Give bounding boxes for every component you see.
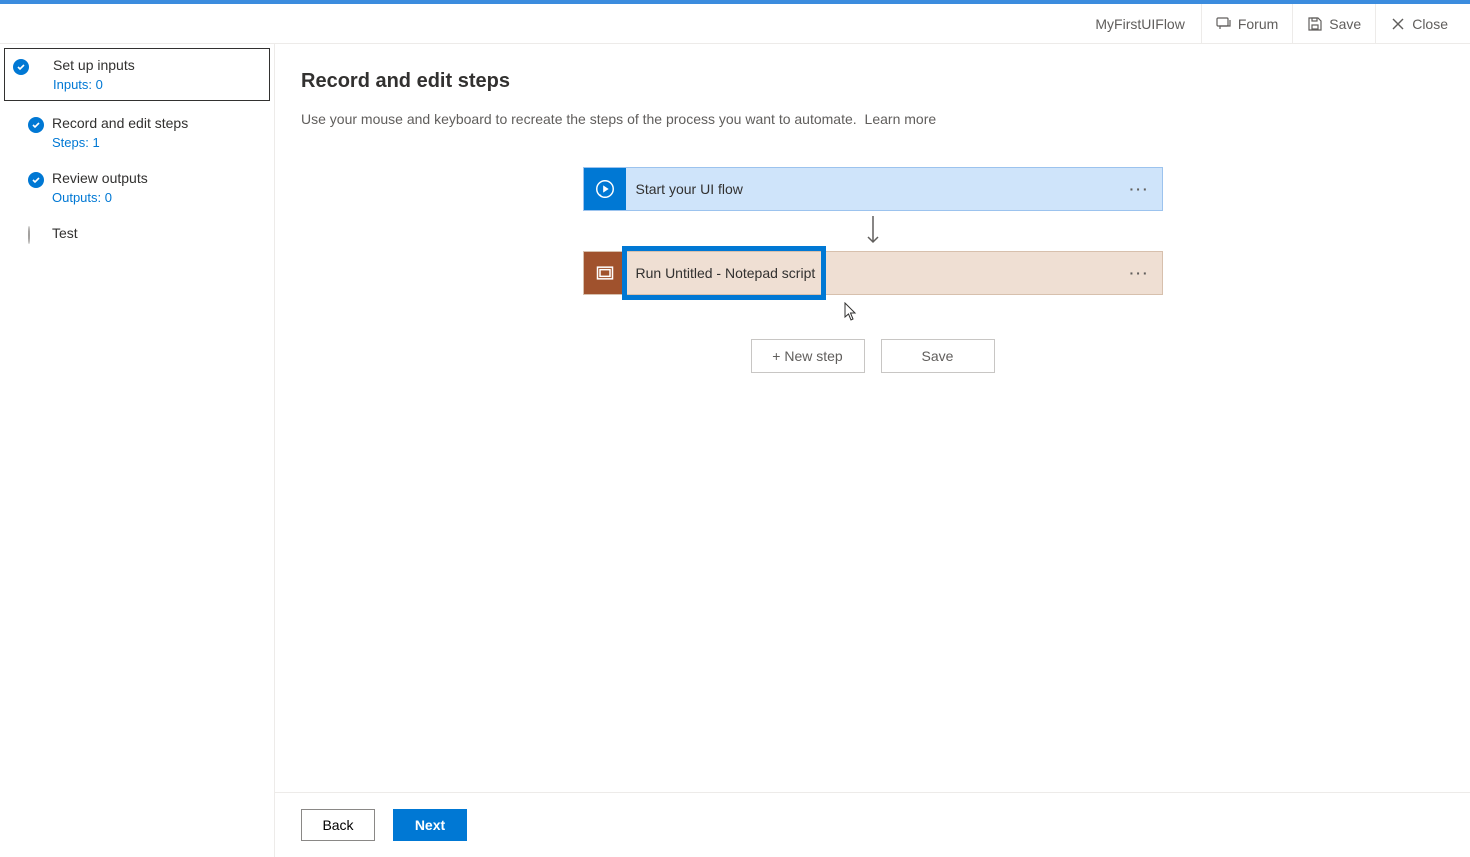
nav-step-test[interactable]: Test xyxy=(0,215,274,251)
empty-circle-icon xyxy=(28,226,30,244)
forum-label: Forum xyxy=(1238,16,1278,32)
start-card-menu[interactable]: ··· xyxy=(1118,181,1162,197)
ellipsis-icon: ··· xyxy=(1130,181,1150,197)
close-label: Close xyxy=(1412,16,1448,32)
run-script-card[interactable]: Run Untitled - Notepad script ··· xyxy=(583,251,1163,295)
connector-arrow xyxy=(863,211,883,251)
flow-name: MyFirstUIFlow xyxy=(1079,4,1201,43)
nav-step-label: Review outputs xyxy=(52,170,260,186)
check-icon xyxy=(13,59,29,75)
close-icon xyxy=(1390,16,1406,32)
learn-more-link[interactable]: Learn more xyxy=(865,111,937,127)
save-label-header: Save xyxy=(1329,16,1361,32)
next-button[interactable]: Next xyxy=(393,809,467,841)
page-description: Use your mouse and keyboard to recreate … xyxy=(301,111,1444,127)
close-button[interactable]: Close xyxy=(1376,4,1462,43)
flow-canvas: Start your UI flow ··· xyxy=(301,167,1444,373)
play-icon xyxy=(584,168,626,210)
run-card-menu[interactable]: ··· xyxy=(1118,265,1162,281)
ellipsis-icon: ··· xyxy=(1130,265,1150,281)
check-icon xyxy=(28,117,44,133)
nav-step-sub: Inputs: 0 xyxy=(53,77,259,92)
nav-step-sub: Steps: 1 xyxy=(52,135,260,150)
page-title: Record and edit steps xyxy=(301,70,1444,93)
footer: Back Next xyxy=(275,792,1470,857)
start-card[interactable]: Start your UI flow ··· xyxy=(583,167,1163,211)
nav-step-label: Test xyxy=(52,225,260,241)
save-icon xyxy=(1307,16,1323,32)
new-step-button[interactable]: + New step xyxy=(751,339,865,373)
nav-step-label: Set up inputs xyxy=(53,57,259,73)
nav-step-sub: Outputs: 0 xyxy=(52,190,260,205)
save-button-header[interactable]: Save xyxy=(1293,4,1376,43)
back-button[interactable]: Back xyxy=(301,809,375,841)
page-description-text: Use your mouse and keyboard to recreate … xyxy=(301,111,857,127)
nav-step-review[interactable]: Review outputs Outputs: 0 xyxy=(0,160,274,215)
forum-button[interactable]: Forum xyxy=(1202,4,1293,43)
sidebar: Set up inputs Inputs: 0 Record and edit … xyxy=(0,44,275,857)
run-card-title: Run Untitled - Notepad script xyxy=(626,265,1118,281)
check-icon xyxy=(28,172,44,188)
nav-step-setup-inputs[interactable]: Set up inputs Inputs: 0 xyxy=(4,48,270,101)
window-icon xyxy=(584,252,626,294)
nav-step-record[interactable]: Record and edit steps Steps: 1 xyxy=(0,105,274,160)
save-button[interactable]: Save xyxy=(881,339,995,373)
cursor-icon xyxy=(844,302,858,322)
start-card-title: Start your UI flow xyxy=(626,181,1118,197)
nav-step-label: Record and edit steps xyxy=(52,115,260,131)
forum-icon xyxy=(1216,16,1232,32)
header: MyFirstUIFlow Forum Save Close xyxy=(0,4,1470,44)
